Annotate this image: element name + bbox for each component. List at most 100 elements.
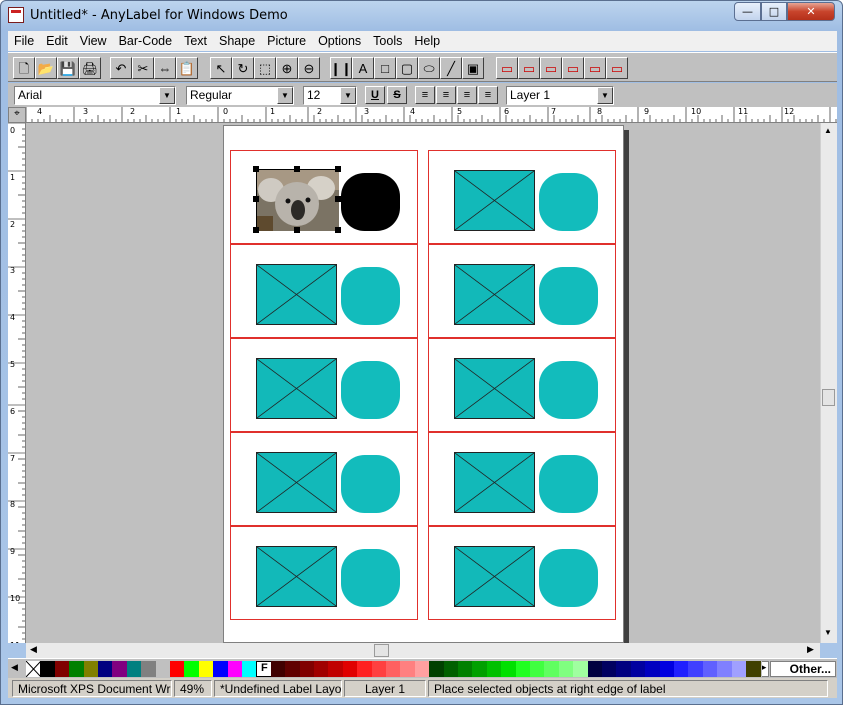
- justify-button[interactable]: ≡: [478, 86, 498, 104]
- open-button[interactable]: 📂: [35, 57, 57, 79]
- vertical-scrollbar[interactable]: ▲ ▼: [820, 123, 837, 643]
- label-cell[interactable]: [230, 244, 418, 338]
- menu-edit[interactable]: Edit: [40, 34, 74, 48]
- undo-button[interactable]: ↶: [110, 57, 132, 79]
- label-cell[interactable]: [230, 432, 418, 526]
- menu-tools[interactable]: Tools: [367, 34, 408, 48]
- picture-button[interactable]: ▣: [462, 57, 484, 79]
- label-cell[interactable]: [428, 432, 616, 526]
- strikeout-button[interactable]: S: [387, 86, 407, 104]
- selection-handle[interactable]: [335, 227, 341, 233]
- rounded-shape[interactable]: [341, 455, 400, 513]
- app-icon[interactable]: [8, 7, 24, 23]
- font-style-select[interactable]: Regular ▼: [186, 86, 294, 105]
- align-right-edge-button[interactable]: ▭: [540, 57, 562, 79]
- rotate-button[interactable]: ↻: [232, 57, 254, 79]
- save-button[interactable]: 💾: [57, 57, 79, 79]
- zoom-out-button[interactable]: ⊖: [298, 57, 320, 79]
- picture-placeholder[interactable]: [256, 264, 337, 325]
- paste-button[interactable]: 📋: [176, 57, 198, 79]
- selection-handle[interactable]: [253, 196, 259, 202]
- layer-select[interactable]: Layer 1 ▼: [506, 86, 614, 105]
- picture-placeholder[interactable]: [256, 452, 337, 513]
- close-button[interactable]: ✕: [787, 2, 835, 21]
- minimize-button[interactable]: —: [734, 2, 761, 21]
- scroll-right-icon[interactable]: ▶: [807, 644, 814, 655]
- menu-view[interactable]: View: [74, 34, 113, 48]
- zoom-in-button[interactable]: ⊕: [276, 57, 298, 79]
- label-sheet[interactable]: [223, 125, 624, 643]
- selection-handle[interactable]: [294, 166, 300, 172]
- rounded-shape[interactable]: [341, 549, 400, 607]
- label-cell[interactable]: [230, 338, 418, 432]
- label-cell[interactable]: [230, 150, 418, 244]
- print-button[interactable]: 🖨: [79, 57, 101, 79]
- rounded-shape[interactable]: [341, 173, 400, 231]
- maximize-button[interactable]: □: [761, 2, 787, 21]
- picture-placeholder[interactable]: [454, 358, 535, 419]
- scroll-left-icon[interactable]: ◀: [30, 644, 37, 655]
- picture-placeholder[interactable]: [454, 452, 535, 513]
- rounded-shape[interactable]: [539, 173, 598, 231]
- picture-placeholder[interactable]: [454, 170, 535, 231]
- horizontal-scroll-thumb[interactable]: [374, 644, 389, 657]
- label-cell[interactable]: [428, 150, 616, 244]
- align-center-button[interactable]: ≡: [436, 86, 456, 104]
- menu-help[interactable]: Help: [408, 34, 446, 48]
- align-button[interactable]: ⇔: [154, 57, 176, 79]
- picture-placeholder[interactable]: [454, 264, 535, 325]
- menu-barcode[interactable]: Bar-Code: [113, 34, 179, 48]
- ruler-corner[interactable]: ⌖: [8, 107, 26, 123]
- scroll-up-icon[interactable]: ▲: [824, 126, 832, 135]
- ellipse-button[interactable]: ⬭: [418, 57, 440, 79]
- align-left-button[interactable]: ≡: [415, 86, 435, 104]
- selection-handle[interactable]: [294, 227, 300, 233]
- other-colors-button[interactable]: Other...: [770, 661, 836, 677]
- rounded-shape[interactable]: [341, 361, 400, 419]
- rounded-shape[interactable]: [539, 361, 598, 419]
- underline-button[interactable]: U: [365, 86, 385, 104]
- font-name-select[interactable]: Arial ▼: [14, 86, 176, 105]
- picture-placeholder[interactable]: [256, 358, 337, 419]
- vertical-scroll-thumb[interactable]: [822, 389, 835, 406]
- font-size-select[interactable]: 12 ▼: [303, 86, 357, 105]
- cut-button[interactable]: ✂: [132, 57, 154, 79]
- menu-shape[interactable]: Shape: [213, 34, 261, 48]
- align-hcenter-button[interactable]: ▭: [518, 57, 540, 79]
- selection-handle[interactable]: [253, 166, 259, 172]
- label-cell[interactable]: [428, 338, 616, 432]
- label-cell[interactable]: [428, 526, 616, 620]
- rounded-rect-button[interactable]: ▢: [396, 57, 418, 79]
- design-canvas[interactable]: [26, 123, 820, 643]
- scroll-down-icon[interactable]: ▼: [824, 628, 832, 637]
- pointer-button[interactable]: ↖: [210, 57, 232, 79]
- horizontal-scrollbar[interactable]: ◀ ▶: [26, 643, 820, 658]
- align-right-button[interactable]: ≡: [457, 86, 477, 104]
- color-swatch[interactable]: [746, 661, 762, 677]
- rounded-shape[interactable]: [341, 267, 400, 325]
- align-vcenter-button[interactable]: ▭: [584, 57, 606, 79]
- picture-placeholder[interactable]: [256, 546, 337, 607]
- select-region-button[interactable]: ⬚: [254, 57, 276, 79]
- barcode-button[interactable]: ❙❙: [330, 57, 352, 79]
- label-cell[interactable]: [230, 526, 418, 620]
- menu-text[interactable]: Text: [178, 34, 213, 48]
- menu-file[interactable]: File: [8, 34, 40, 48]
- menu-options[interactable]: Options: [312, 34, 367, 48]
- line-button[interactable]: ╱: [440, 57, 462, 79]
- rectangle-button[interactable]: □: [374, 57, 396, 79]
- palette-scroll-left-icon[interactable]: ◀: [11, 662, 18, 673]
- label-cell[interactable]: [428, 244, 616, 338]
- selection-handle[interactable]: [253, 227, 259, 233]
- align-top-edge-button[interactable]: ▭: [562, 57, 584, 79]
- rounded-shape[interactable]: [539, 267, 598, 325]
- text-button[interactable]: A: [352, 57, 374, 79]
- koala-picture[interactable]: [256, 169, 339, 231]
- new-button[interactable]: 🗋: [13, 57, 35, 79]
- selection-handle[interactable]: [335, 166, 341, 172]
- menu-picture[interactable]: Picture: [261, 34, 312, 48]
- rounded-shape[interactable]: [539, 455, 598, 513]
- align-bottom-edge-button[interactable]: ▭: [606, 57, 628, 79]
- picture-placeholder[interactable]: [454, 546, 535, 607]
- rounded-shape[interactable]: [539, 549, 598, 607]
